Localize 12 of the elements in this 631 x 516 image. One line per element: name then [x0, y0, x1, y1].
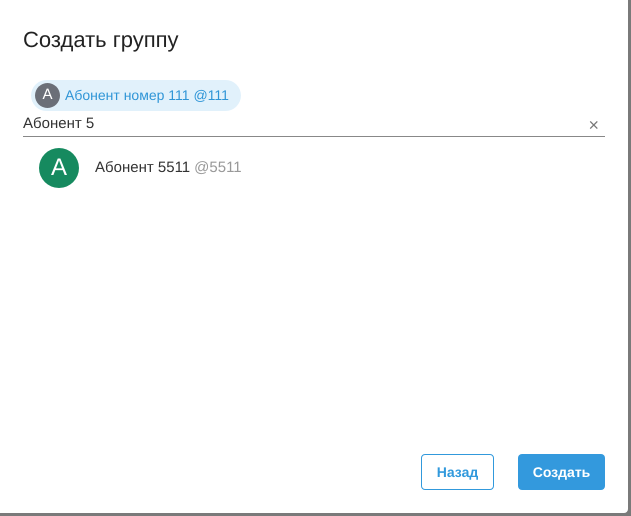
back-button[interactable]: Назад: [421, 454, 494, 490]
contact-chip[interactable]: A Абонент номер 111 @111: [31, 80, 241, 111]
search-field[interactable]: Абонент 5 ×: [23, 113, 605, 137]
contact-name: Абонент 5511: [95, 158, 190, 178]
create-button[interactable]: Создать: [518, 454, 605, 490]
contact-row[interactable]: A Абонент 5511 @5511: [23, 147, 605, 189]
dialog-title: Создать группу: [23, 26, 179, 54]
contact-handle: @5511: [194, 158, 242, 178]
avatar: A: [35, 83, 60, 108]
avatar: A: [39, 148, 79, 188]
clear-button[interactable]: ×: [588, 116, 599, 134]
chip-label: Абонент номер 111 @111: [65, 86, 229, 105]
